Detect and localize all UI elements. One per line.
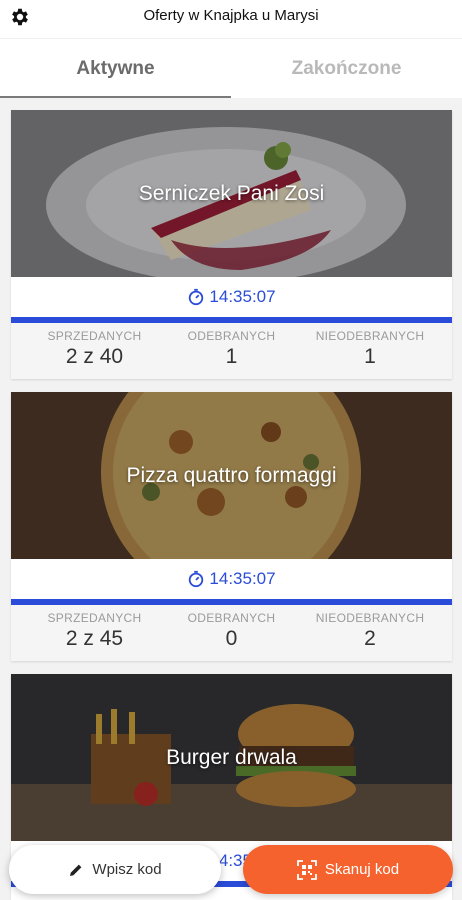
- stat-label: ODEBRANYCH: [187, 611, 276, 625]
- offer-card[interactable]: Pizza quattro formaggi 14:35:07 SPRZEDAN…: [11, 392, 452, 661]
- stat-value: 2: [364, 627, 376, 650]
- app-header: Oferty w Knajpka u Marysi: [0, 0, 462, 36]
- stat-label: NIEODEBRANYCH: [315, 611, 425, 625]
- stat-collected: ODEBRANYCH 0: [158, 611, 305, 651]
- stat-value: 1: [364, 345, 376, 368]
- offer-stats: SPRZEDANYCH 2 z 45 ODEBRANYCH 0 NIEODEBR…: [11, 605, 452, 661]
- timer-value: 14:35:07: [209, 569, 276, 588]
- stat-value: 2 z 40: [65, 345, 124, 368]
- offer-stats: SPRZEDANYCH 2 z 40 ODEBRANYCH 1 NIEODEBR…: [11, 323, 452, 379]
- stat-sold: SPRZEDANYCH 2 z 40: [21, 329, 168, 369]
- enter-code-label: Wpisz kod: [92, 861, 162, 878]
- offer-name: Burger drwala: [166, 746, 297, 769]
- tab-active-offers[interactable]: Aktywne: [0, 39, 231, 99]
- timer-value: 14:35:07: [209, 287, 276, 306]
- offer-name: Pizza quattro formaggi: [126, 464, 337, 487]
- stat-sold: SPRZEDANYCH 2 z 45: [21, 611, 168, 651]
- stat-collected: ODEBRANYCH 1: [158, 329, 305, 369]
- enter-code-button[interactable]: Wpisz kod: [9, 845, 221, 894]
- stat-label: NIEODEBRANYCH: [315, 329, 425, 343]
- offer-list[interactable]: Serniczek Pani Zosi 14:35:07 SPRZEDANYCH…: [0, 98, 462, 900]
- stat-not-collected: NIEODEBRANYCH 2: [290, 611, 450, 651]
- offer-timer: 14:35:07: [11, 559, 452, 599]
- stat-value: 0: [225, 627, 238, 650]
- offer-timer: 14:35:07: [11, 277, 452, 317]
- scan-code-button[interactable]: Skanuj kod: [243, 845, 453, 894]
- stat-label: SPRZEDANYCH: [47, 329, 142, 343]
- pencil-icon: [70, 864, 82, 876]
- stopwatch-icon: [189, 288, 204, 305]
- stat-not-collected: NIEODEBRANYCH 1: [290, 329, 450, 369]
- stopwatch-icon: [189, 570, 204, 587]
- offer-name: Serniczek Pani Zosi: [138, 182, 325, 205]
- page-title: Oferty w Knajpka u Marysi: [143, 7, 319, 24]
- stat-value: 1: [225, 345, 238, 368]
- qr-scan-icon: [296, 859, 317, 880]
- scan-code-label: Skanuj kod: [324, 861, 400, 878]
- stat-label: ODEBRANYCH: [187, 329, 276, 343]
- offer-card[interactable]: Serniczek Pani Zosi 14:35:07 SPRZEDANYCH…: [11, 110, 452, 379]
- stat-value: 2 z 45: [65, 627, 124, 650]
- tab-finished-offers[interactable]: Zakończone: [231, 39, 462, 99]
- tab-bar: Aktywne Zakończone: [0, 38, 462, 99]
- stat-label: SPRZEDANYCH: [47, 611, 142, 625]
